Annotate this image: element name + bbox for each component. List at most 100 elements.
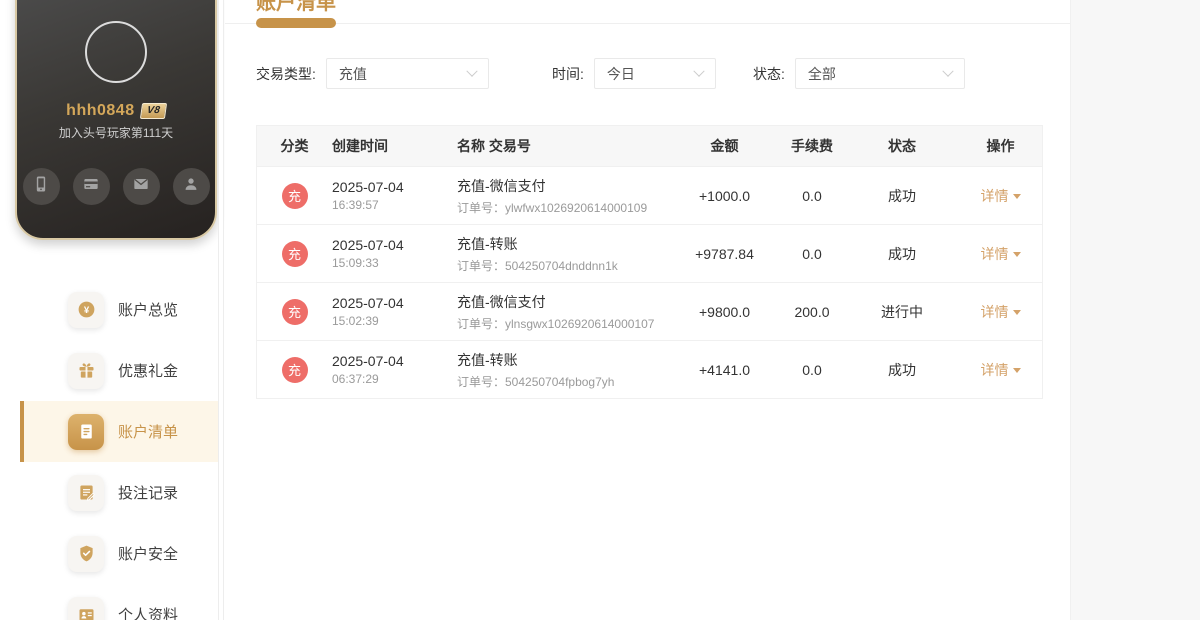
row-date: 2025-07-04 xyxy=(332,295,404,311)
sidebar-item-label: 个人资料 xyxy=(118,607,179,620)
sidebar-item[interactable]: ¥ 账户总览 xyxy=(20,279,218,340)
detail-link-label: 详情 xyxy=(980,245,1009,262)
row-time: 15:02:39 xyxy=(332,314,379,328)
row-status: 成功 xyxy=(888,245,916,262)
col-header-action: 操作 xyxy=(986,138,1015,154)
row-name: 充值-微信支付 xyxy=(457,177,546,194)
filter-bar: 交易类型: 充值 时间: 今日 状态: 全部 xyxy=(225,58,1070,89)
quick-action-button[interactable] xyxy=(22,168,60,205)
svg-text:¥: ¥ xyxy=(83,305,89,316)
transactions-table: 分类 创建时间 名称 交易号 金额 手续费 状态 操作 充 2025-07-04… xyxy=(256,125,1043,399)
col-header-name: 名称 交易号 xyxy=(457,138,531,154)
divider xyxy=(225,23,1070,24)
row-fee: 0.0 xyxy=(802,361,822,378)
username: hhh0848 V8 xyxy=(17,102,215,120)
sidebar-item[interactable]: 投注记录 xyxy=(20,462,218,523)
caret-down-icon xyxy=(1012,368,1021,373)
detail-link-label: 详情 xyxy=(980,303,1009,320)
filter-select[interactable]: 今日 xyxy=(593,58,716,89)
main-panel: 账户清单 交易类型: 充值 时间: 今日 状态: 全部 分类 创建时间 名称 交… xyxy=(225,0,1070,620)
row-time: 15:09:33 xyxy=(332,256,379,270)
row-order-number: 订单号：ylnsgwx1026920614000107 xyxy=(457,316,655,331)
filter-selected-value: 全部 xyxy=(807,65,836,82)
chevron-down-icon xyxy=(942,65,954,77)
table-row: 充 2025-07-04 16:39:57 充值-微信支付 订单号：ylwfwx… xyxy=(257,166,1042,224)
col-header-created: 创建时间 xyxy=(332,138,388,154)
caret-down-icon xyxy=(1012,194,1021,199)
title-underline xyxy=(256,18,336,28)
filter-group: 状态: 全部 xyxy=(753,58,965,89)
table-row: 充 2025-07-04 06:37:29 充值-转账 订单号：50425070… xyxy=(257,340,1042,398)
filter-selected-value: 充值 xyxy=(338,65,367,82)
quick-action-button[interactable] xyxy=(72,168,110,205)
row-amount: +9800.0 xyxy=(699,303,750,320)
filter-select[interactable]: 充值 xyxy=(325,58,489,89)
filter-select[interactable]: 全部 xyxy=(794,58,965,89)
detail-link[interactable]: 详情 xyxy=(981,244,1021,264)
deposit-badge: 充 xyxy=(281,240,308,267)
caret-down-icon xyxy=(1012,310,1021,315)
phone-icon xyxy=(31,174,51,199)
table-header-row: 分类 创建时间 名称 交易号 金额 手续费 状态 操作 xyxy=(257,126,1042,166)
sidebar-item[interactable]: 个人资料 xyxy=(20,584,218,620)
detail-link[interactable]: 详情 xyxy=(981,302,1021,322)
row-date: 2025-07-04 xyxy=(332,237,404,253)
chevron-down-icon xyxy=(466,65,478,77)
filter-label: 时间: xyxy=(552,65,584,82)
quick-action-button[interactable] xyxy=(122,168,160,205)
shield-icon xyxy=(68,535,104,572)
row-name: 充值-微信支付 xyxy=(457,293,546,310)
row-time: 06:37:29 xyxy=(332,372,379,386)
gift-icon xyxy=(68,352,104,389)
avatar xyxy=(85,21,147,83)
row-fee: 0.0 xyxy=(802,187,822,204)
row-fee: 200.0 xyxy=(794,303,830,320)
filter-selected-value: 今日 xyxy=(606,65,635,82)
sidebar-item-label: 账户安全 xyxy=(118,546,179,563)
page-title: 账户清单 xyxy=(256,0,336,14)
row-name: 充值-转账 xyxy=(457,351,518,368)
row-fee: 0.0 xyxy=(802,245,822,262)
row-status: 成功 xyxy=(888,361,916,378)
sidebar-nav: ¥ 账户总览 优惠礼金 账户清单 投注记录 账户安全 个人资料 xyxy=(0,279,218,620)
row-time: 16:39:57 xyxy=(332,198,379,212)
sidebar-item[interactable]: 优惠礼金 xyxy=(20,340,218,401)
filter-label: 交易类型: xyxy=(256,65,316,82)
row-order-number: 订单号：504250704dnddnn1k xyxy=(457,258,618,273)
chevron-down-icon xyxy=(693,65,705,77)
col-header-category: 分类 xyxy=(280,138,309,154)
col-header-fee: 手续费 xyxy=(791,138,833,154)
statement-icon xyxy=(68,413,104,450)
row-order-number: 订单号：ylwfwx1026920614000109 xyxy=(457,200,648,215)
detail-link[interactable]: 详情 xyxy=(981,186,1021,206)
caret-down-icon xyxy=(1012,252,1021,257)
col-header-status: 状态 xyxy=(888,138,916,154)
col-header-amount: 金额 xyxy=(710,138,739,154)
table-row: 充 2025-07-04 15:09:33 充值-转账 订单号：50425070… xyxy=(257,224,1042,282)
row-status: 成功 xyxy=(888,187,916,204)
detail-link[interactable]: 详情 xyxy=(981,360,1021,380)
coin-icon: ¥ xyxy=(68,291,104,328)
vip-badge: V8 xyxy=(139,103,167,119)
row-amount: +1000.0 xyxy=(699,187,750,204)
sidebar-item-label: 优惠礼金 xyxy=(118,363,179,380)
sidebar-item-label: 账户总览 xyxy=(118,302,179,319)
deposit-badge: 充 xyxy=(281,356,308,383)
sidebar-item[interactable]: 账户清单 xyxy=(20,401,218,462)
page-background xyxy=(1070,0,1200,620)
deposit-badge: 充 xyxy=(281,298,308,325)
sidebar: hhh0848 V8 加入头号玩家第111天 ¥ 账户总览 优惠礼金 账户清单 … xyxy=(0,0,218,620)
sidebar-item-label: 投注记录 xyxy=(118,485,179,502)
row-status: 进行中 xyxy=(881,303,923,320)
sidebar-scrollbar xyxy=(218,0,224,620)
detail-link-label: 详情 xyxy=(980,187,1009,204)
quick-action-button[interactable] xyxy=(172,168,210,205)
row-date: 2025-07-04 xyxy=(332,353,404,369)
row-amount: +9787.84 xyxy=(695,245,754,262)
sidebar-item[interactable]: 账户安全 xyxy=(20,523,218,584)
contact-icon xyxy=(181,174,201,199)
detail-link-label: 详情 xyxy=(980,361,1009,378)
bank-card-icon xyxy=(81,174,101,199)
profile-card: hhh0848 V8 加入头号玩家第111天 xyxy=(15,0,217,240)
filter-label: 状态: xyxy=(753,65,785,82)
